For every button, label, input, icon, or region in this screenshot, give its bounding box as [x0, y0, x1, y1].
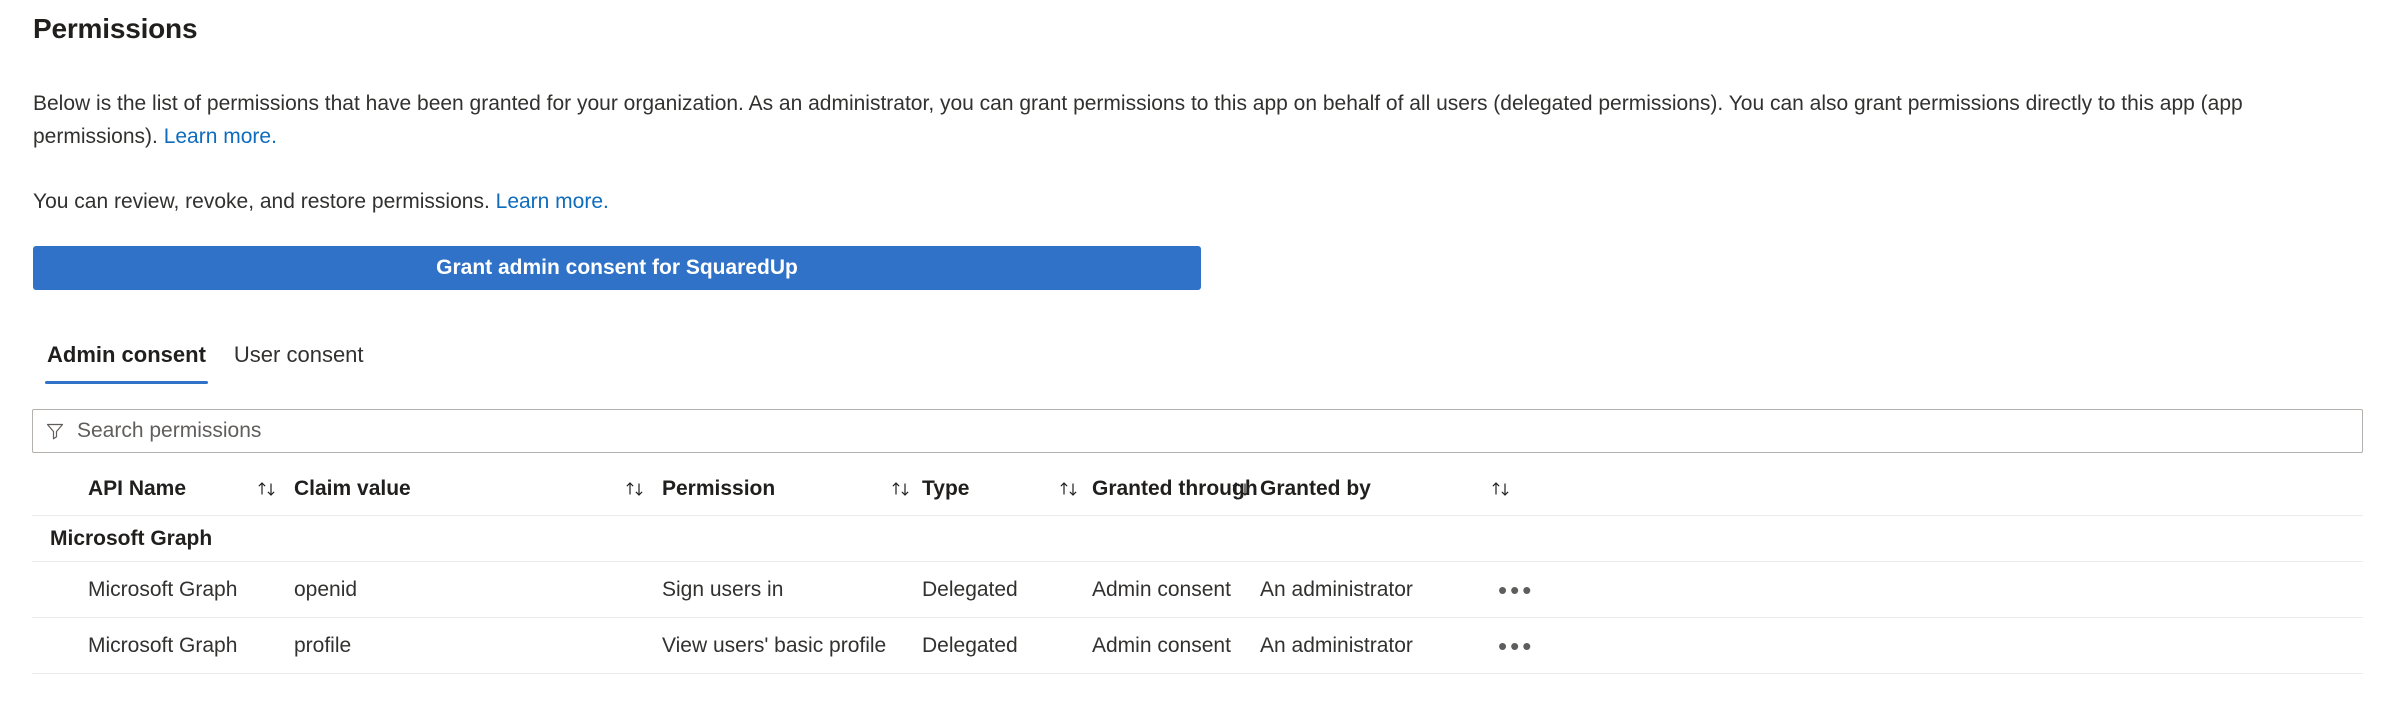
search-permissions-box[interactable]	[32, 409, 2363, 453]
search-input[interactable]	[75, 410, 2350, 452]
table-group-row: Microsoft Graph	[32, 516, 2363, 562]
consent-tabs: Admin consent User consent	[33, 340, 378, 388]
sort-icon-permission[interactable]	[890, 462, 920, 515]
more-options-icon[interactable]: •••	[1498, 633, 1534, 659]
cell-claim-value: profile	[294, 633, 352, 657]
permissions-table: API Name Claim value Permission Type Gra…	[32, 462, 2363, 674]
cell-granted-through: Admin consent	[1092, 633, 1231, 657]
cell-granted-through: Admin consent	[1092, 577, 1231, 601]
sort-icon-granted-through[interactable]	[1230, 462, 1260, 515]
row-actions-cell: •••	[1498, 562, 1558, 617]
table-row[interactable]: Microsoft Graph profile View users' basi…	[32, 618, 2363, 674]
column-header-claim-value[interactable]: Claim value	[294, 462, 634, 515]
filter-icon	[45, 421, 65, 441]
row-actions-cell: •••	[1498, 618, 1558, 673]
intro-paragraph-1: Below is the list of permissions that ha…	[33, 87, 2353, 153]
sort-icon-granted-by[interactable]	[1490, 462, 1520, 515]
grant-admin-consent-button[interactable]: Grant admin consent for SquaredUp	[33, 246, 1201, 290]
intro-paragraph-2: You can review, revoke, and restore perm…	[33, 185, 609, 218]
learn-more-link-1[interactable]: Learn more.	[164, 125, 277, 148]
tab-user-consent[interactable]: User consent	[220, 340, 378, 384]
table-row[interactable]: Microsoft Graph openid Sign users in Del…	[32, 562, 2363, 618]
permissions-page: Permissions Below is the list of permiss…	[0, 0, 2388, 726]
sort-icon-type[interactable]	[1058, 462, 1088, 515]
page-title: Permissions	[33, 13, 198, 44]
intro-text-2: You can review, revoke, and restore perm…	[33, 190, 496, 213]
intro-text-1: Below is the list of permissions that ha…	[33, 92, 2243, 148]
cell-api-name: Microsoft Graph	[88, 633, 238, 657]
group-label-microsoft-graph: Microsoft Graph	[50, 526, 213, 550]
cell-api-name: Microsoft Graph	[88, 577, 238, 601]
learn-more-link-2[interactable]: Learn more.	[496, 190, 609, 213]
sort-icon-claim-value[interactable]	[624, 462, 654, 515]
cell-claim-value: openid	[294, 577, 358, 601]
sort-icon-api-name[interactable]	[256, 462, 286, 515]
tab-admin-consent[interactable]: Admin consent	[33, 340, 220, 384]
table-header-row: API Name Claim value Permission Type Gra…	[32, 462, 2363, 516]
more-options-icon[interactable]: •••	[1498, 577, 1534, 603]
column-header-granted-by[interactable]: Granted by	[1260, 462, 1590, 515]
